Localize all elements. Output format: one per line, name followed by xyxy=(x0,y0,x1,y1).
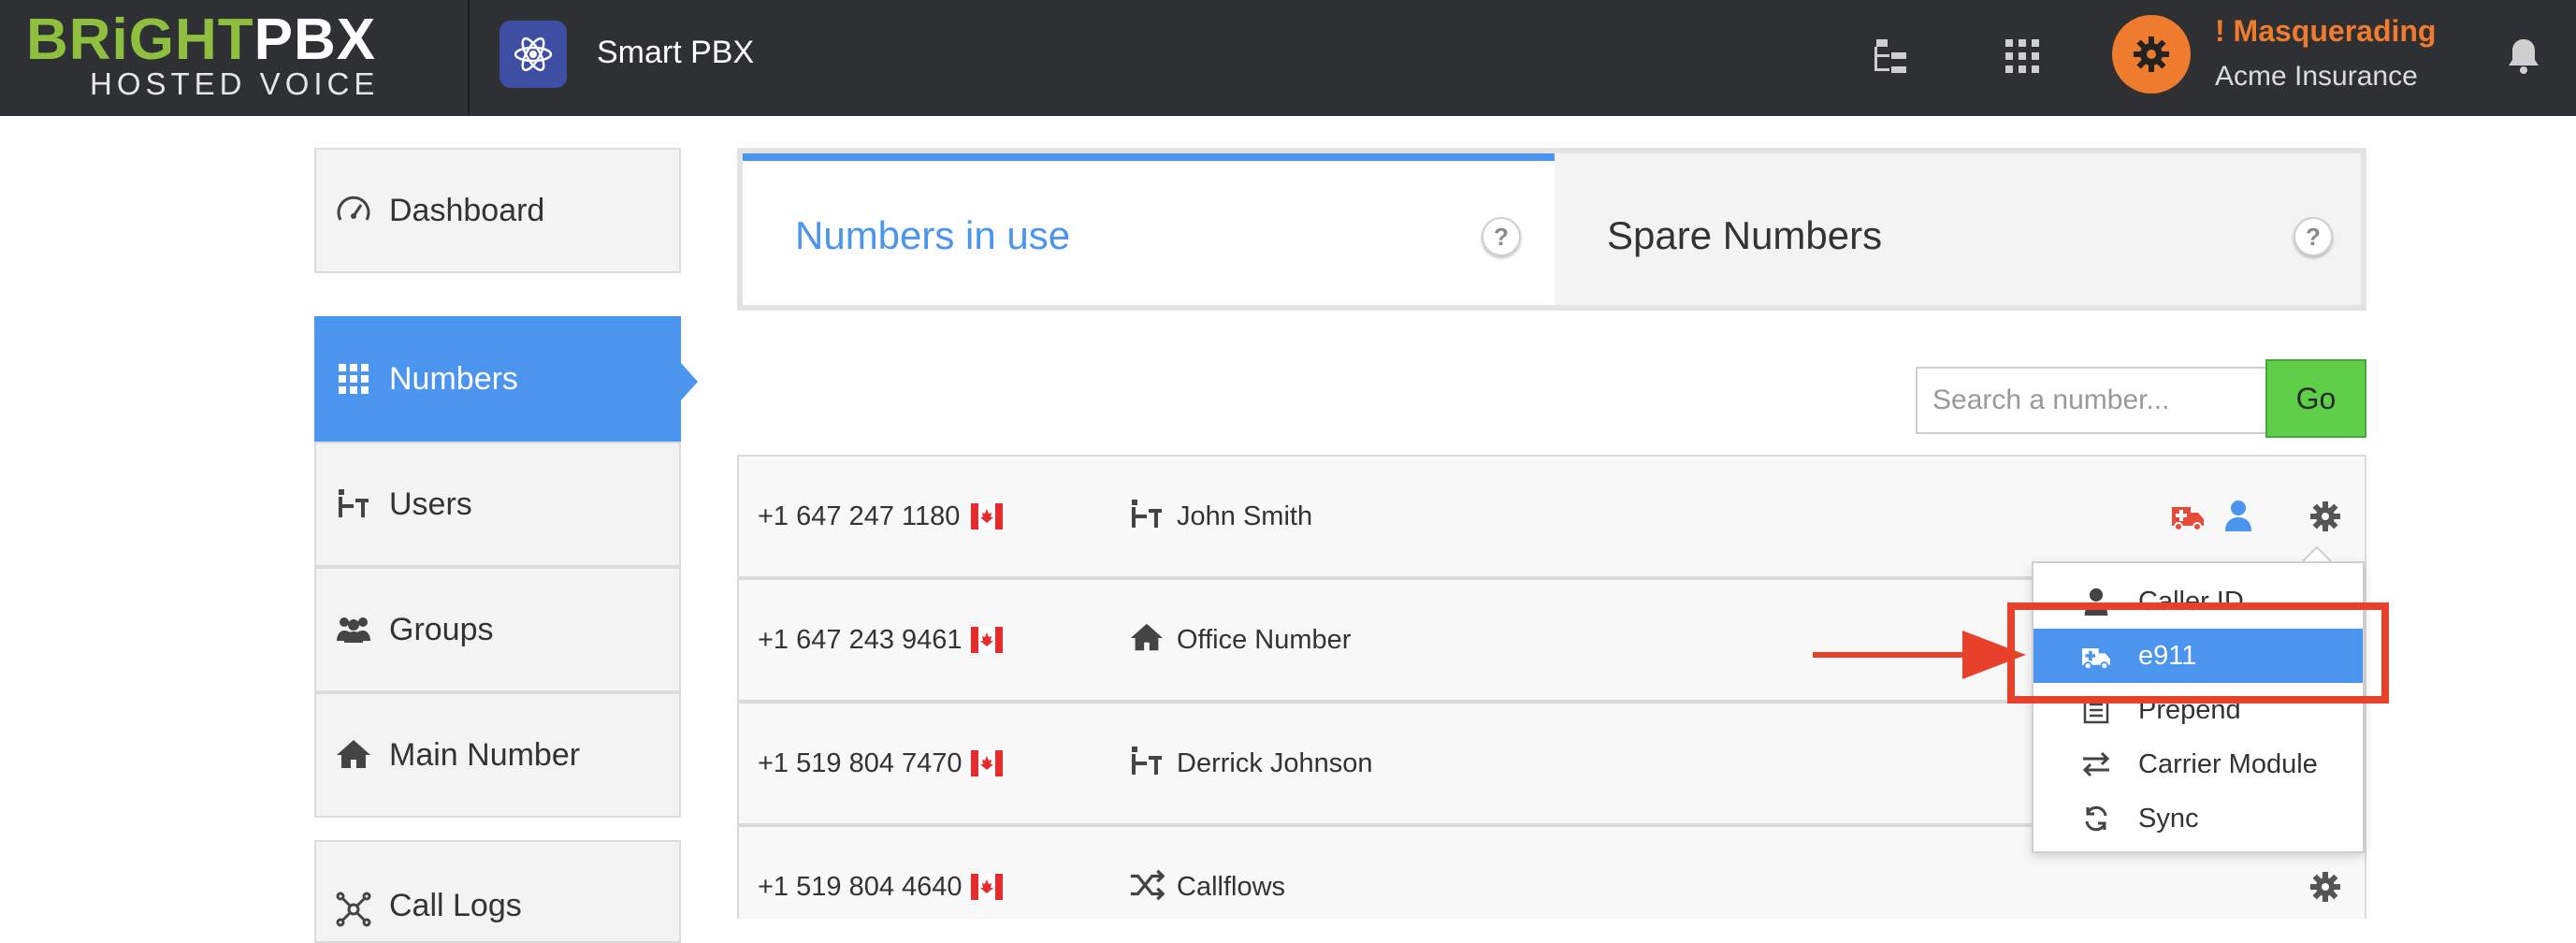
sidebar-item-users[interactable]: Users xyxy=(314,442,681,567)
gear-icon xyxy=(2134,36,2169,72)
logo-text-pbx: PBX xyxy=(253,7,377,72)
phone-number: +1 519 804 7470 xyxy=(758,748,962,778)
home-icon xyxy=(335,736,372,774)
tab-numbers-in-use[interactable]: Numbers in use ? xyxy=(743,153,1555,305)
phone-number: +1 647 247 1180 xyxy=(758,501,961,531)
search-input[interactable] xyxy=(1916,367,2265,434)
logo-subtitle: HOSTED VOICE xyxy=(90,66,380,101)
menu-item-sync[interactable]: Sync xyxy=(2033,791,2363,846)
header-divider xyxy=(468,0,470,116)
table-row[interactable]: +1 647 247 1180 John Smith xyxy=(737,455,2366,578)
assigned-name[interactable]: Callflows xyxy=(1177,870,1285,904)
canada-flag-icon xyxy=(971,627,1003,653)
user-desk-icon xyxy=(1128,496,1165,533)
active-indicator xyxy=(681,363,698,400)
gear-icon[interactable] xyxy=(2308,500,2342,533)
user-icon[interactable] xyxy=(2224,500,2252,531)
sidebar-item-dashboard[interactable]: Dashboard xyxy=(314,148,681,273)
home-icon xyxy=(1128,619,1165,657)
sidebar-item-call-logs[interactable]: Call Logs xyxy=(314,840,681,943)
ambulance-icon[interactable] xyxy=(2170,500,2206,531)
assigned-name[interactable]: John Smith xyxy=(1177,500,1312,533)
annotation-arrow xyxy=(1813,631,2026,679)
grid-icon xyxy=(335,360,372,398)
assigned-name[interactable]: Office Number xyxy=(1177,623,1351,657)
sidebar-item-numbers[interactable]: Numbers xyxy=(314,316,681,442)
network-icon xyxy=(335,891,372,928)
brightpbx-logo[interactable]: BRiGHTPBX HOSTED VOICE xyxy=(26,9,466,107)
atom-icon[interactable] xyxy=(499,21,567,88)
assigned-name[interactable]: Derrick Johnson xyxy=(1177,747,1373,780)
shuffle-icon xyxy=(1128,866,1165,904)
swap-icon xyxy=(2080,748,2112,780)
user-desk-icon xyxy=(335,486,372,523)
group-icon xyxy=(335,611,372,648)
sidebar-item-label: Dashboard xyxy=(389,193,545,228)
bell-icon[interactable] xyxy=(2501,34,2546,79)
top-bar: BRiGHTPBX HOSTED VOICE Smart PBX ! Masqu… xyxy=(0,0,2576,116)
phone-number: +1 519 804 4640 xyxy=(758,872,962,902)
canada-flag-icon xyxy=(971,874,1003,900)
help-icon[interactable]: ? xyxy=(1482,217,1521,256)
org-chart-icon[interactable] xyxy=(1871,34,1916,79)
phone-number: +1 647 243 9461 xyxy=(758,625,962,655)
user-desk-icon xyxy=(1128,743,1165,780)
masquerade-account-name[interactable]: Acme Insurance xyxy=(2215,60,2418,94)
numbers-tabs: Numbers in use ? Spare Numbers ? xyxy=(737,148,2366,311)
sidebar-item-label: Users xyxy=(389,486,472,522)
tab-label: Spare Numbers xyxy=(1607,213,1883,257)
tab-label: Numbers in use xyxy=(795,213,1071,257)
masquerade-settings-button[interactable] xyxy=(2112,15,2191,94)
canada-flag-icon xyxy=(971,750,1003,776)
masquerading-label[interactable]: ! Masquerading xyxy=(2215,13,2436,49)
sidebar-item-groups[interactable]: Groups xyxy=(314,567,681,692)
canada-flag-icon xyxy=(971,503,1003,530)
logo-text-bright: BRiGHT xyxy=(26,7,254,72)
apps-grid-icon[interactable] xyxy=(2000,34,2045,79)
refresh-icon xyxy=(2080,803,2112,834)
gear-icon[interactable] xyxy=(2308,870,2342,904)
app-name[interactable]: Smart PBX xyxy=(597,34,754,71)
annotation-highlight-box xyxy=(2007,602,2389,704)
speedometer-icon xyxy=(335,192,372,229)
sidebar-item-label: Call Logs xyxy=(389,888,522,923)
sidebar-item-label: Groups xyxy=(389,612,494,647)
sidebar-item-label: Main Number xyxy=(389,737,581,773)
sidebar-item-main-number[interactable]: Main Number xyxy=(314,692,681,818)
menu-item-label: Sync xyxy=(2138,804,2199,834)
menu-item-carrier-module[interactable]: Carrier Module xyxy=(2033,737,2363,791)
menu-item-label: Carrier Module xyxy=(2138,749,2318,779)
help-icon[interactable]: ? xyxy=(2294,217,2333,256)
go-button[interactable]: Go xyxy=(2265,359,2366,438)
sidebar-item-label: Numbers xyxy=(389,361,518,397)
